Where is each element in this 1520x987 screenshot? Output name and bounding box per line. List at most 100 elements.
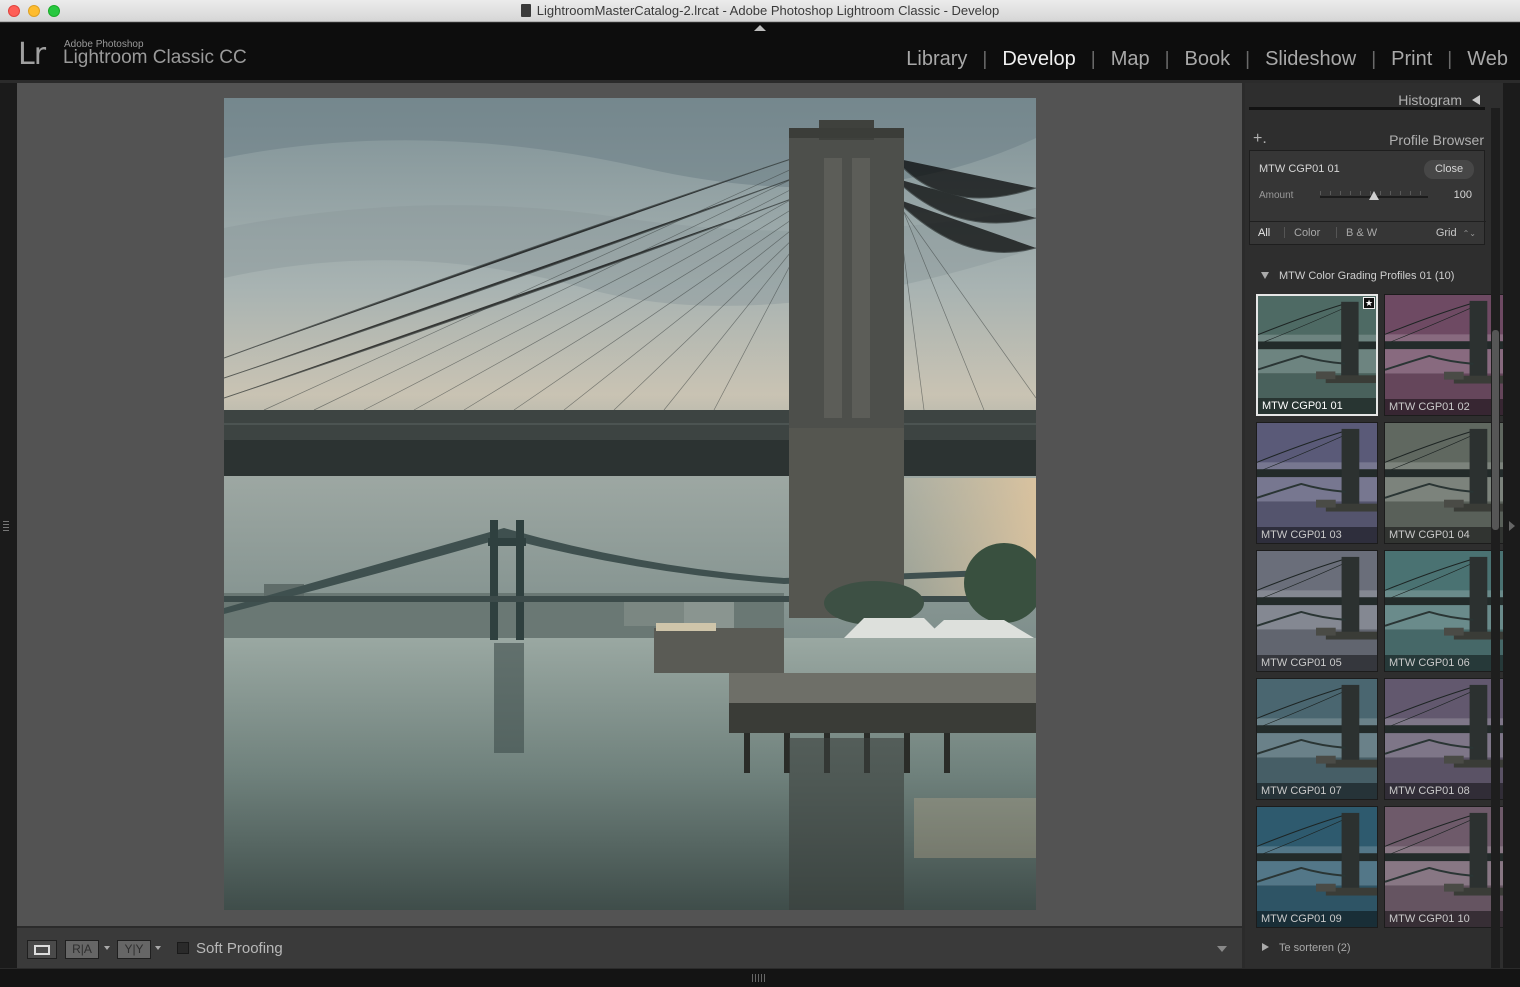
profile-thumbnail[interactable]: ★ MTW CGP01 01 (1256, 294, 1378, 416)
module-slideshow[interactable]: Slideshow (1265, 48, 1356, 71)
before-after-button[interactable]: R|A (65, 940, 99, 959)
filmstrip-collapsed[interactable] (0, 969, 1520, 987)
module-map[interactable]: Map (1111, 48, 1150, 71)
profile-thumbnail-label: MTW CGP01 02 (1385, 399, 1505, 415)
window-title: LightroomMasterCatalog-2.lrcat - Adobe P… (0, 3, 1520, 18)
amount-label: Amount (1259, 190, 1294, 201)
module-develop[interactable]: Develop (1002, 48, 1075, 71)
module-header: Lr Adobe Photoshop Lightroom Classic CC … (0, 23, 1520, 80)
chevron-down-icon (1217, 946, 1227, 952)
profile-preview-image (1385, 679, 1505, 799)
module-print[interactable]: Print (1391, 48, 1432, 71)
filter-b-w[interactable]: B & W (1346, 227, 1377, 239)
module-separator: | (1447, 48, 1453, 70)
up-down-arrows-icon: ⌃⌄ (1462, 229, 1476, 238)
profile-preview-image (1257, 423, 1377, 543)
panel-divider (1249, 107, 1485, 110)
module-separator: | (1245, 48, 1251, 70)
toolbar-content-menu[interactable] (1212, 939, 1232, 957)
filter-separator (1284, 227, 1285, 238)
disclosure-triangle-down-icon[interactable] (1261, 272, 1269, 279)
right-panel-scrollbar[interactable] (1491, 108, 1500, 968)
profile-thumbnail-label: MTW CGP01 09 (1257, 911, 1377, 927)
selected-profile-name: MTW CGP01 01 (1259, 163, 1340, 175)
profile-thumbnail-label: MTW CGP01 10 (1385, 911, 1505, 927)
expand-histogram-icon[interactable] (1472, 95, 1480, 105)
right-panel-edge[interactable] (1503, 83, 1520, 968)
disclosure-triangle-right-icon[interactable] (1262, 943, 1269, 951)
profile-thumbnail[interactable]: MTW CGP01 02 (1384, 294, 1506, 416)
profile-preview-image (1257, 679, 1377, 799)
profile-thumbnail-label: MTW CGP01 04 (1385, 527, 1505, 543)
profile-thumbnail[interactable]: MTW CGP01 10 (1384, 806, 1506, 928)
single-image-icon (34, 945, 50, 955)
module-library[interactable]: Library (906, 48, 967, 71)
expand-filmstrip-icon[interactable] (752, 974, 766, 982)
profile-browser-label: Profile Browser (1389, 132, 1484, 148)
profile-thumbnail-label: MTW CGP01 07 (1257, 783, 1377, 799)
profile-preview-image (1385, 551, 1505, 671)
module-separator: | (1371, 48, 1377, 70)
profile-thumbnail[interactable]: MTW CGP01 06 (1384, 550, 1506, 672)
profile-group-label: Te sorteren (2) (1279, 942, 1351, 954)
profile-group-header[interactable]: MTW Color Grading Profiles 01 (10) (1249, 266, 1485, 286)
amount-slider-thumb[interactable] (1369, 191, 1379, 200)
profile-controls: MTW CGP01 01 Close Amount 100 Grid ⌃⌄ All… (1249, 150, 1486, 245)
module-book[interactable]: Book (1185, 48, 1231, 71)
right-panel: Histogram +. Profile Browser MTW CGP01 0… (1245, 83, 1506, 968)
profile-preview-image (1385, 423, 1505, 543)
photo-preview[interactable] (224, 98, 1036, 910)
add-profile-icon[interactable]: +. (1253, 130, 1267, 148)
module-picker: Library | Develop | Map | Book | Slideshow | Print… (906, 48, 1508, 71)
before-after-dropdown-icon[interactable] (104, 946, 110, 950)
profile-preview-image (1258, 296, 1376, 414)
module-separator: | (982, 48, 988, 70)
profile-thumbnail-label: MTW CGP01 01 (1258, 398, 1376, 414)
catalog-file-icon (520, 4, 531, 17)
collapse-top-panel-arrow-icon[interactable] (754, 25, 766, 31)
close-profile-browser-button[interactable]: Close (1424, 160, 1474, 179)
profile-thumbnail[interactable]: MTW CGP01 04 (1384, 422, 1506, 544)
soft-proofing-label: Soft Proofing (196, 940, 283, 957)
profile-preview-image (1385, 807, 1505, 927)
loupe-view-button[interactable] (27, 940, 57, 959)
soft-proofing-checkbox[interactable] (177, 942, 189, 954)
window-title-bar: LightroomMasterCatalog-2.lrcat - Adobe P… (0, 0, 1520, 22)
copy-settings-dropdown-icon[interactable] (155, 946, 161, 950)
profile-group-label: MTW Color Grading Profiles 01 (10) (1279, 270, 1455, 282)
filter-separator (1336, 227, 1337, 238)
profile-thumbnail[interactable]: MTW CGP01 03 (1256, 422, 1378, 544)
amount-value[interactable]: 100 (1454, 189, 1472, 201)
profile-preview-image (1257, 551, 1377, 671)
profile-thumbnail[interactable]: MTW CGP01 09 (1256, 806, 1378, 928)
view-mode-select[interactable]: Grid ⌃⌄ (1436, 227, 1476, 239)
filter-all[interactable]: All (1258, 227, 1270, 239)
left-panel-collapsed[interactable] (0, 83, 17, 968)
histogram-panel-header[interactable]: Histogram (1245, 87, 1490, 115)
profile-thumbnail-label: MTW CGP01 08 (1385, 783, 1505, 799)
profile-thumbnail[interactable]: MTW CGP01 08 (1384, 678, 1506, 800)
module-separator: | (1090, 48, 1096, 70)
profile-filter-bar: Grid ⌃⌄ All Color B & W (1250, 221, 1486, 243)
profile-preview-image (1385, 295, 1505, 415)
scrollbar-thumb[interactable] (1492, 330, 1499, 530)
expand-left-panel-icon[interactable] (3, 519, 9, 531)
profile-thumbnail-label: MTW CGP01 05 (1257, 655, 1377, 671)
module-separator: | (1164, 48, 1170, 70)
profile-group-header-collapsed[interactable]: Te sorteren (2) (1249, 938, 1485, 958)
profile-thumbnail-label: MTW CGP01 06 (1385, 655, 1505, 671)
histogram-label: Histogram (1398, 92, 1462, 108)
profile-preview-image (1257, 807, 1377, 927)
favorite-star-icon[interactable]: ★ (1363, 297, 1375, 309)
profile-thumbnail[interactable]: MTW CGP01 05 (1256, 550, 1378, 672)
collapse-right-panel-icon[interactable] (1509, 521, 1515, 531)
swap-before-after-button[interactable]: Y|Y (117, 940, 151, 959)
module-web[interactable]: Web (1467, 48, 1508, 71)
bottom-toolbar: R|A Y|Y Soft Proofing (17, 928, 1242, 968)
profile-thumbnail[interactable]: MTW CGP01 07 (1256, 678, 1378, 800)
profile-thumbnail-label: MTW CGP01 03 (1257, 527, 1377, 543)
filter-color[interactable]: Color (1294, 227, 1320, 239)
lightroom-logo: Lr (18, 37, 46, 72)
brand-title: Lightroom Classic CC (63, 47, 247, 68)
bridge-photo (224, 98, 1036, 910)
